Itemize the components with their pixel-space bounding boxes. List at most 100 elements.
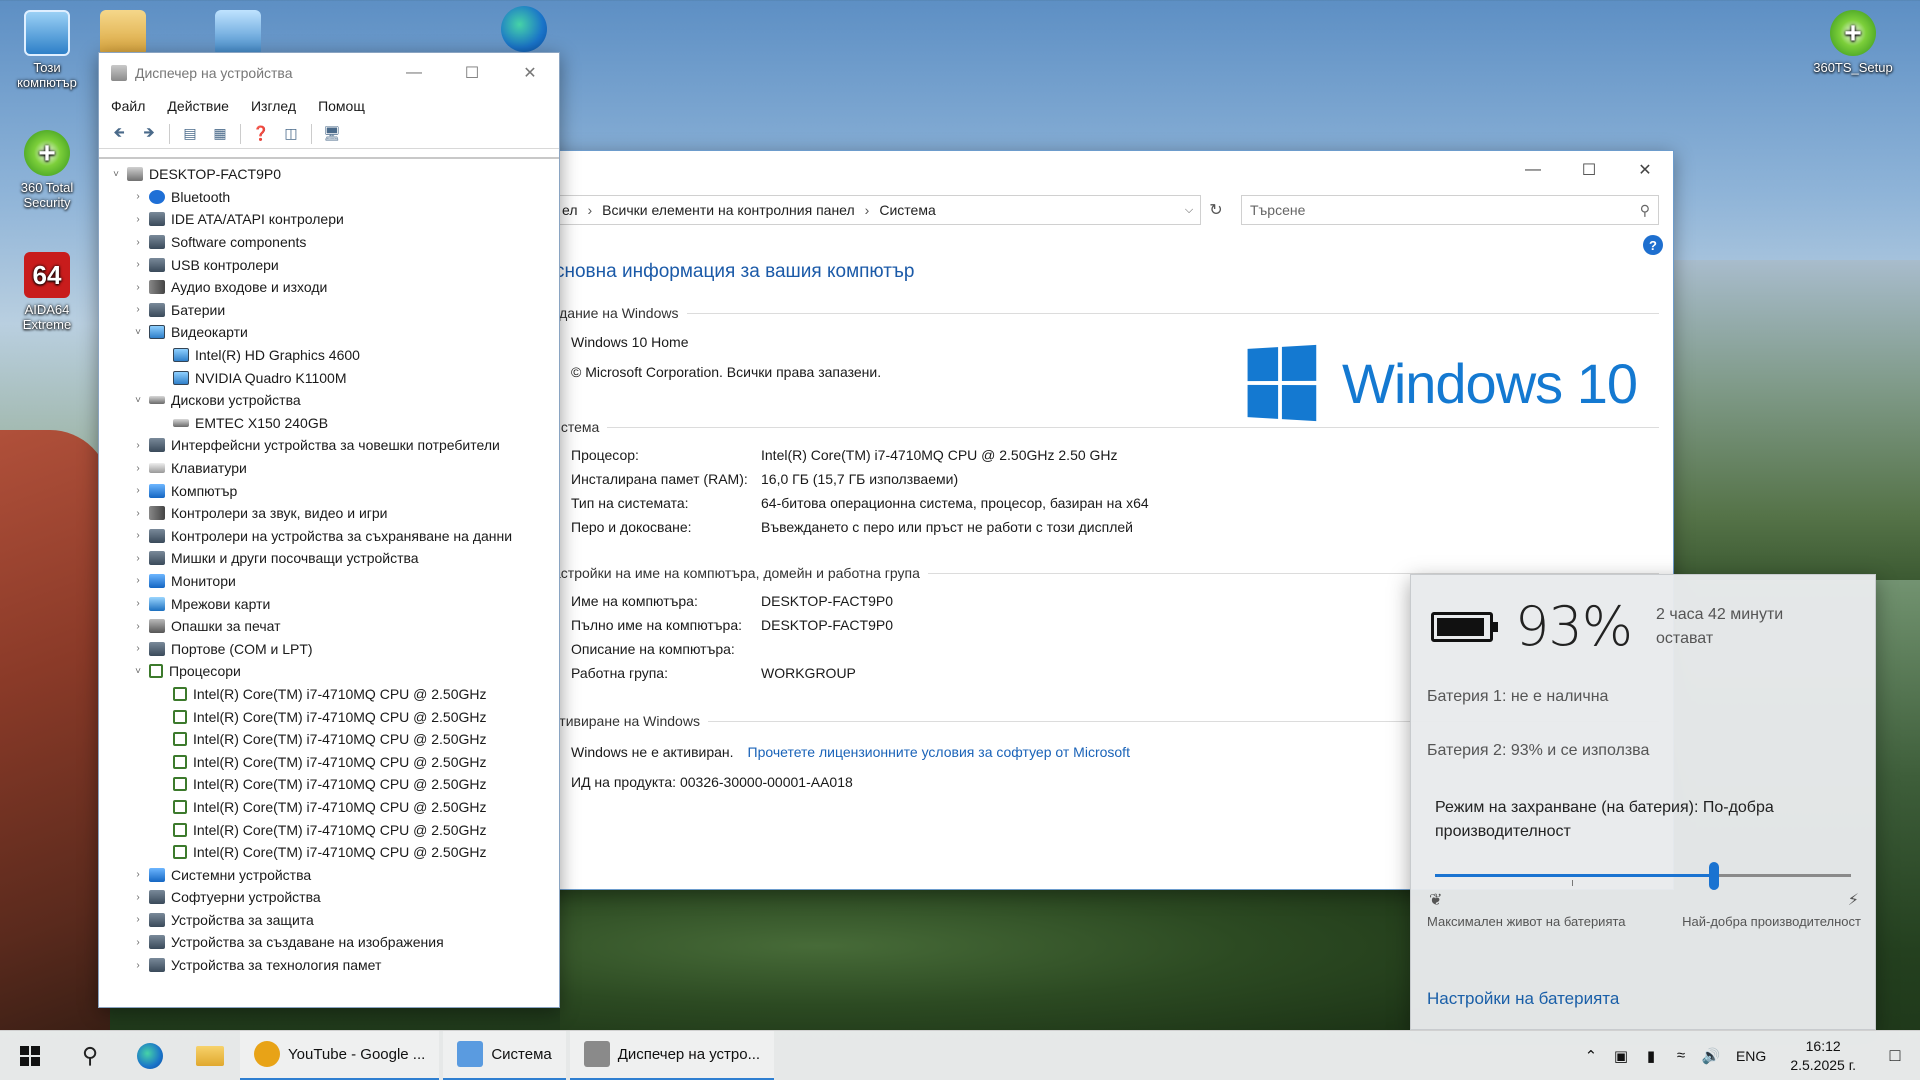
chevron-right-icon[interactable]: ›: [131, 575, 145, 586]
properties-icon[interactable]: ▦: [208, 123, 232, 145]
tree-category[interactable]: › Контролери за звук, видео и игри: [99, 502, 559, 525]
desktop-icon-aida64[interactable]: 64 AIDA64 Extreme: [2, 252, 92, 332]
chevron-right-icon[interactable]: ›: [131, 440, 145, 451]
maximize-button[interactable]: ☐: [443, 54, 501, 92]
chevron-down-icon[interactable]: ˅: [131, 327, 145, 338]
desktop-icon-edge[interactable]: [496, 6, 552, 56]
tree-category[interactable]: › Батерии: [99, 299, 559, 322]
show-hide-tree-icon[interactable]: ▤: [178, 123, 202, 145]
tree-category[interactable]: › Компютър: [99, 479, 559, 502]
tree-category[interactable]: › Системни устройства: [99, 863, 559, 886]
taskbar-edge[interactable]: [120, 1031, 180, 1080]
help-icon[interactable]: ?: [1643, 235, 1663, 255]
tree-category[interactable]: › USB контролери: [99, 253, 559, 276]
chevron-down-icon[interactable]: ˅: [131, 395, 145, 406]
power-mode-slider[interactable]: [1435, 862, 1851, 890]
tree-category[interactable]: › Software components: [99, 231, 559, 254]
tree-category[interactable]: › Контролери на устройства за съхраняване…: [99, 525, 559, 548]
battery-settings-link[interactable]: Настройки на батерията: [1427, 989, 1619, 1009]
minimize-button[interactable]: —: [1505, 151, 1561, 189]
tree-device[interactable]: Intel(R) Core(TM) i7-4710MQ CPU @ 2.50GH…: [99, 773, 559, 796]
chevron-right-icon[interactable]: ›: [131, 463, 145, 474]
breadcrumb-segment[interactable]: ел: [562, 202, 578, 218]
tree-category[interactable]: › Bluetooth: [99, 186, 559, 209]
tree-category[interactable]: › Клавиатури: [99, 457, 559, 480]
desktop-icon-this-pc[interactable]: Този компютър: [2, 10, 92, 90]
search-button[interactable]: ⚲: [60, 1031, 120, 1080]
chevron-right-icon[interactable]: ›: [131, 960, 145, 971]
scan-hardware-icon[interactable]: 🖥: [320, 123, 344, 145]
chevron-up-icon[interactable]: ⌃: [1576, 1047, 1606, 1065]
minimize-button[interactable]: —: [385, 54, 443, 92]
view-details-icon[interactable]: ◫: [279, 123, 303, 145]
chevron-right-icon[interactable]: ›: [131, 869, 145, 880]
tree-category[interactable]: ˅ Дискови устройства: [99, 389, 559, 412]
tree-category[interactable]: › Опашки за печат: [99, 615, 559, 638]
tree-category[interactable]: ˅ Видеокарти: [99, 321, 559, 344]
slider-thumb[interactable]: [1708, 862, 1719, 890]
meet-now-icon[interactable]: ▣: [1606, 1047, 1636, 1065]
license-terms-link[interactable]: Прочетете лицензионните условия за софту…: [748, 744, 1130, 760]
taskbar-file-explorer[interactable]: [180, 1031, 240, 1080]
chevron-right-icon[interactable]: ›: [131, 508, 145, 519]
close-button[interactable]: ✕: [501, 54, 559, 92]
chevron-right-icon[interactable]: ›: [131, 191, 145, 202]
close-button[interactable]: ✕: [1617, 151, 1673, 189]
tree-category[interactable]: › Мрежови карти: [99, 592, 559, 615]
tree-root[interactable]: ˅ DESKTOP-FACT9P0: [99, 163, 559, 186]
tree-device[interactable]: Intel(R) Core(TM) i7-4710MQ CPU @ 2.50GH…: [99, 818, 559, 841]
clock[interactable]: 16:12 2.5.2025 г.: [1776, 1037, 1870, 1075]
battery-tray-icon[interactable]: ▮: [1636, 1047, 1666, 1065]
chevron-down-icon[interactable]: ⌵: [1178, 204, 1200, 217]
chevron-right-icon[interactable]: ›: [131, 621, 145, 632]
desktop-icon-360-total-security[interactable]: + 360 Total Security: [2, 130, 92, 210]
chevron-down-icon[interactable]: ˅: [131, 666, 145, 677]
chevron-right-icon[interactable]: ›: [131, 914, 145, 925]
menu-action[interactable]: Действие: [167, 98, 229, 114]
breadcrumb-segment[interactable]: Всички елементи на контролния панел: [602, 202, 855, 218]
chevron-right-icon[interactable]: ›: [131, 214, 145, 225]
input-language[interactable]: ENG: [1726, 1048, 1776, 1064]
desktop-icon-360ts-setup[interactable]: + 360TS_Setup: [1808, 10, 1898, 75]
tree-category[interactable]: › Монитори: [99, 570, 559, 593]
chevron-right-icon[interactable]: ›: [131, 237, 145, 248]
tree-device[interactable]: Intel(R) Core(TM) i7-4710MQ CPU @ 2.50GH…: [99, 841, 559, 864]
chevron-right-icon[interactable]: ›: [131, 282, 145, 293]
chevron-right-icon[interactable]: ›: [131, 892, 145, 903]
device-tree[interactable]: ˅ DESKTOP-FACT9P0 › Bluetooth › IDE ATA/ATAPI…: [99, 157, 559, 1007]
start-button[interactable]: [0, 1031, 60, 1080]
chevron-right-icon[interactable]: ›: [131, 485, 145, 496]
taskbar-app-chrome[interactable]: YouTube - Google ...: [240, 1030, 440, 1080]
refresh-icon[interactable]: ↻: [1201, 195, 1231, 225]
chevron-right-icon[interactable]: ›: [131, 304, 145, 315]
tree-device[interactable]: NVIDIA Quadro K1100M: [99, 366, 559, 389]
chevron-right-icon[interactable]: ›: [131, 937, 145, 948]
tree-device[interactable]: Intel(R) HD Graphics 4600: [99, 344, 559, 367]
menu-file[interactable]: Файл: [111, 98, 145, 114]
tree-category[interactable]: › Устройства за създаване на изображения: [99, 931, 559, 954]
back-arrow-icon[interactable]: 🡸: [107, 123, 131, 145]
taskbar-app-device-manager[interactable]: Диспечер на устро...: [569, 1030, 775, 1080]
tree-device[interactable]: Intel(R) Core(TM) i7-4710MQ CPU @ 2.50GH…: [99, 796, 559, 819]
tree-device[interactable]: Intel(R) Core(TM) i7-4710MQ CPU @ 2.50GH…: [99, 728, 559, 751]
search-input[interactable]: Търсене ⚲: [1241, 195, 1659, 225]
tree-category[interactable]: ˅ Процесори: [99, 660, 559, 683]
taskbar-app-system[interactable]: Система: [443, 1030, 566, 1080]
maximize-button[interactable]: ☐: [1561, 151, 1617, 189]
notification-center-icon[interactable]: □: [1870, 1031, 1920, 1080]
breadcrumb-segment[interactable]: Система: [879, 202, 935, 218]
tree-category[interactable]: › Портове (COM и LPT): [99, 637, 559, 660]
help-icon[interactable]: ❓: [249, 123, 273, 145]
volume-icon[interactable]: 🔊: [1696, 1047, 1726, 1065]
menu-view[interactable]: Изглед: [251, 98, 296, 114]
tree-category[interactable]: › IDE ATA/ATAPI контролери: [99, 208, 559, 231]
tree-device[interactable]: Intel(R) Core(TM) i7-4710MQ CPU @ 2.50GH…: [99, 683, 559, 706]
tree-category[interactable]: › Устройства за технология памет: [99, 954, 559, 977]
forward-arrow-icon[interactable]: 🡺: [137, 123, 161, 145]
chevron-right-icon[interactable]: ›: [131, 643, 145, 654]
tree-category[interactable]: › Устройства за защита: [99, 909, 559, 932]
tree-device[interactable]: Intel(R) Core(TM) i7-4710MQ CPU @ 2.50GH…: [99, 750, 559, 773]
tree-category[interactable]: › Мишки и други посочващи устройства: [99, 547, 559, 570]
chevron-right-icon[interactable]: ›: [131, 553, 145, 564]
address-bar[interactable]: ел › Всички елементи на контролния панел…: [541, 195, 1201, 225]
